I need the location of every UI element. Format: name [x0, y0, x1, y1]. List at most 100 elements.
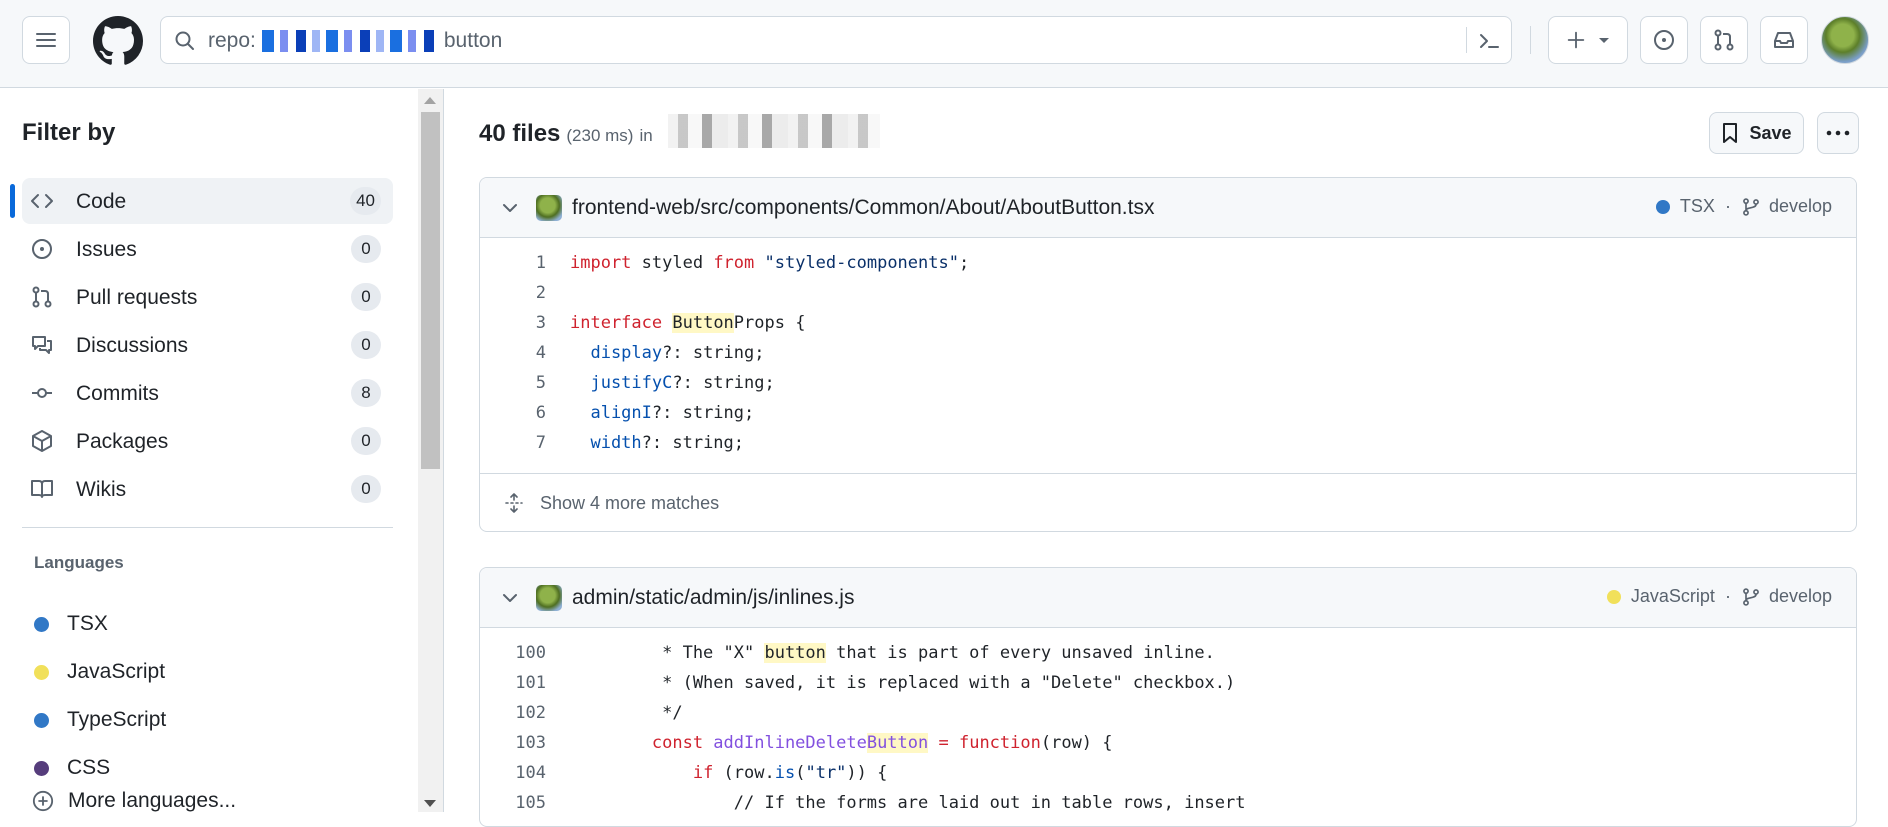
language-javascript[interactable]: JavaScript — [34, 657, 165, 687]
file-branch[interactable]: develop — [1769, 196, 1832, 217]
line-number[interactable]: 103 — [480, 733, 546, 753]
language-css[interactable]: CSS — [34, 753, 110, 783]
filter-count: 40 — [350, 187, 381, 215]
pull-request-icon — [32, 286, 52, 308]
file-path-link[interactable]: frontend-web/src/components/Common/About… — [572, 196, 1154, 220]
line-content: // If the forms are laid out in table ro… — [570, 793, 1246, 813]
filter-wikis[interactable]: Wikis 0 — [22, 466, 393, 512]
code-line: 103 const addInlineDeleteButton = functi… — [480, 728, 1856, 758]
plus-icon — [1567, 31, 1585, 49]
filter-count: 0 — [351, 427, 381, 455]
repo-owner-avatar — [536, 195, 562, 221]
search-query: repo: button — [208, 29, 502, 53]
filter-issues[interactable]: Issues 0 — [22, 226, 393, 272]
meta-separator: · — [1724, 196, 1731, 216]
file-branch[interactable]: develop — [1769, 586, 1832, 607]
redacted-repo-name — [261, 30, 438, 52]
global-menu-button[interactable] — [22, 16, 70, 64]
chevron-down-icon[interactable] — [500, 198, 520, 218]
language-name: CSS — [67, 756, 111, 779]
filter-count: 0 — [351, 475, 381, 503]
inbox-button[interactable] — [1760, 16, 1808, 64]
file-meta: JavaScript · develop — [1606, 586, 1832, 607]
language-name: TSX — [67, 612, 108, 635]
issue-icon — [32, 239, 52, 259]
code-icon — [31, 194, 53, 208]
line-number[interactable]: 100 — [480, 643, 546, 663]
languages-heading: Languages — [34, 553, 124, 572]
filter-packages[interactable]: Packages 0 — [22, 418, 393, 464]
filter-pull-requests[interactable]: Pull requests 0 — [22, 274, 393, 320]
line-number[interactable]: 101 — [480, 673, 546, 693]
line-number[interactable]: 7 — [480, 433, 546, 453]
line-number[interactable]: 5 — [480, 373, 546, 393]
language-color-dot — [1655, 199, 1670, 214]
search-icon — [175, 31, 194, 50]
filter-code[interactable]: Code 40 — [10, 178, 393, 224]
issues-button[interactable] — [1640, 16, 1688, 64]
line-content: alignI?: string; — [570, 403, 755, 423]
file-meta: TSX · develop — [1655, 196, 1832, 217]
github-logo-icon[interactable] — [93, 16, 143, 66]
search-query-prefix: repo: — [208, 29, 256, 52]
code-line: 4 display?: string; — [480, 338, 1856, 368]
file-path-link[interactable]: admin/static/admin/js/inlines.js — [572, 586, 854, 610]
command-palette-icon[interactable] — [1477, 29, 1501, 53]
filter-label: Wikis — [76, 478, 127, 501]
line-content: import styled from "styled-components"; — [570, 253, 970, 273]
save-search-button[interactable]: Save — [1709, 112, 1804, 154]
pull-requests-button[interactable] — [1700, 16, 1748, 64]
line-number[interactable]: 4 — [480, 343, 546, 363]
search-input[interactable]: repo: button — [160, 16, 1512, 64]
filter-title: Filter by — [22, 119, 116, 146]
sidebar-border — [443, 89, 444, 812]
more-languages-link[interactable]: More languages... — [32, 789, 236, 813]
scroll-down-arrow-icon[interactable] — [424, 800, 436, 807]
line-number[interactable]: 102 — [480, 703, 546, 723]
filter-commits[interactable]: Commits 8 — [22, 370, 393, 416]
language-typescript[interactable]: TypeScript — [34, 705, 166, 735]
language-color-dot — [34, 616, 49, 632]
filter-label: Pull requests — [76, 286, 198, 309]
sidebar-scroll-thumb[interactable] — [421, 112, 440, 469]
kebab-horizontal-icon — [1826, 130, 1850, 136]
code-line: 104 if (row.is("tr")) { — [480, 758, 1856, 788]
search-divider — [1466, 27, 1467, 53]
branch-icon — [1743, 587, 1759, 606]
sidebar-divider — [22, 527, 393, 528]
inbox-icon — [1774, 32, 1794, 48]
filter-count: 0 — [351, 331, 381, 359]
package-icon — [32, 430, 52, 452]
chevron-down-icon[interactable] — [500, 588, 520, 608]
bookmark-icon — [1723, 123, 1738, 143]
branch-icon — [1743, 197, 1759, 216]
line-number[interactable]: 104 — [480, 763, 546, 783]
code-line: 3 interface ButtonProps { — [480, 308, 1856, 338]
show-more-label: Show 4 more matches — [540, 493, 720, 513]
line-number[interactable]: 1 — [480, 253, 546, 273]
user-avatar[interactable] — [1821, 16, 1869, 64]
filter-discussions[interactable]: Discussions 0 — [22, 322, 393, 368]
header-separator — [1530, 26, 1531, 54]
results-count: 40 files — [479, 120, 561, 147]
language-tsx[interactable]: TSX — [34, 609, 108, 639]
language-color-dot — [34, 712, 49, 728]
show-more-matches-button[interactable]: Show 4 more matches — [480, 473, 1856, 531]
line-content: justifyC?: string; — [570, 373, 775, 393]
filter-label: Packages — [76, 430, 169, 453]
line-number[interactable]: 105 — [480, 793, 546, 813]
language-color-dot — [1606, 589, 1621, 604]
redacted-repo-link[interactable] — [668, 114, 880, 148]
line-number[interactable]: 3 — [480, 313, 546, 333]
line-number[interactable]: 6 — [480, 403, 546, 423]
more-options-button[interactable] — [1817, 112, 1859, 154]
create-new-button[interactable] — [1548, 16, 1628, 64]
filter-label: Discussions — [76, 334, 189, 357]
language-name: JavaScript — [67, 660, 166, 683]
scroll-up-arrow-icon[interactable] — [424, 97, 436, 104]
filter-label: Issues — [76, 238, 137, 261]
code-line: 105 // If the forms are laid out in tabl… — [480, 788, 1856, 818]
line-number[interactable]: 2 — [480, 283, 546, 303]
plus-circle-icon — [32, 790, 54, 812]
results-in-label: in — [639, 126, 653, 145]
